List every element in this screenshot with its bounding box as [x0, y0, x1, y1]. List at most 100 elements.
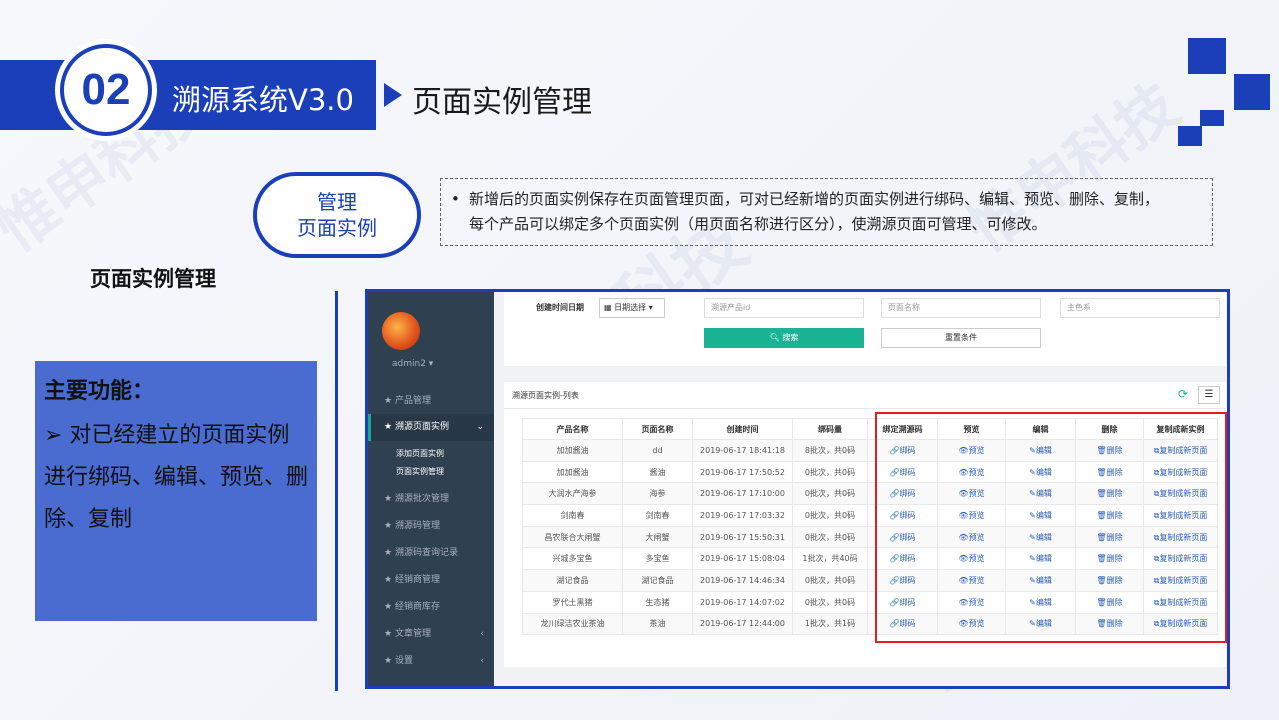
copy-link[interactable]: ⧉复制成新页面 — [1154, 511, 1208, 520]
copy-link[interactable]: ⧉复制成新页面 — [1154, 576, 1208, 585]
preview-link[interactable]: 👁预览 — [958, 533, 984, 542]
created-time-cell: 2019-06-17 15:50:31 — [692, 525, 793, 549]
page-name-input[interactable]: 页面名称 — [881, 298, 1041, 318]
column-header[interactable]: 删除 — [1075, 418, 1144, 440]
delete-link[interactable]: 🗑删除 — [1096, 533, 1122, 542]
edit-link[interactable]: ✎编辑 — [1029, 446, 1052, 455]
sidebar-item-settings[interactable]: ★ 设置 ‹ — [368, 648, 494, 675]
table-cell: 🗑删除 — [1075, 569, 1144, 592]
column-header[interactable]: 复制成新实例 — [1143, 418, 1218, 440]
code-count-cell: 0批次，共0码 — [792, 569, 868, 592]
sidebar-item-label: 溯源码查询记录 — [394, 548, 458, 558]
sidebar-subitem-manage-instance[interactable]: 页面实例管理 — [396, 466, 444, 477]
delete-link[interactable]: 🗑删除 — [1096, 598, 1122, 607]
edit-link[interactable]: ✎编辑 — [1029, 576, 1052, 585]
system-title: 溯源系统V3.0 — [172, 83, 354, 117]
sidebar-item-dealer-stock[interactable]: ★ 经销商库存 — [368, 594, 494, 621]
preview-link[interactable]: 👁预览 — [958, 576, 984, 585]
edit-link[interactable]: ✎编辑 — [1029, 511, 1052, 520]
sidebar-item-page-instances[interactable]: ★ 溯源页面实例 ⌄ — [368, 414, 494, 441]
copy-link[interactable]: ⧉复制成新页面 — [1154, 533, 1208, 542]
bind-code-link[interactable]: 🔗绑码 — [890, 554, 916, 563]
bind-code-link[interactable]: 🔗绑码 — [890, 533, 916, 542]
table-cell: ⧉复制成新页面 — [1143, 569, 1218, 592]
sidebar-subitem-add-instance[interactable]: 添加页面实例 — [396, 448, 444, 459]
edit-link[interactable]: ✎编辑 — [1029, 533, 1052, 542]
sidebar-item-query-log[interactable]: ★ 溯源码查询记录 — [368, 540, 494, 567]
page-name-cell: 多宝鱼 — [622, 547, 693, 571]
delete-link[interactable]: 🗑删除 — [1096, 619, 1122, 628]
table-cell: ✎编辑 — [1005, 569, 1076, 592]
description-line1: 新增后的页面实例保存在页面管理页面，可对已经新增的页面实例进行绑码、编辑、预览、… — [469, 190, 1160, 208]
edit-link[interactable]: ✎编辑 — [1029, 468, 1052, 477]
delete-link[interactable]: 🗑删除 — [1096, 554, 1122, 563]
edit-icon: ✎ — [1029, 554, 1036, 564]
bind-code-link[interactable]: 🔗绑码 — [890, 446, 916, 455]
column-header[interactable]: 编辑 — [1005, 418, 1076, 440]
avatar[interactable] — [382, 312, 420, 350]
preview-link[interactable]: 👁预览 — [958, 619, 984, 628]
table-row: 大润水产海参 海参 2019-06-17 17:10:00 0批次，共0码 🔗绑码 👁预览… — [522, 482, 1218, 506]
sidebar-item-label: 产品管理 — [394, 396, 431, 406]
reset-button[interactable]: 重置条件 — [881, 328, 1041, 348]
bind-code-link[interactable]: 🔗绑码 — [890, 576, 916, 585]
sidebar-item-batches[interactable]: ★ 溯源批次管理 — [368, 486, 494, 513]
delete-link[interactable]: 🗑删除 — [1096, 489, 1122, 498]
table-row: 加加酱油 dd 2019-06-17 18:41:18 8批次，共0码 🔗绑码 👁预览 ✎编… — [522, 439, 1218, 462]
refresh-icon[interactable]: ⟳ — [1178, 387, 1192, 401]
columns-menu-button[interactable]: ☰ — [1198, 386, 1220, 404]
edit-link[interactable]: ✎编辑 — [1029, 598, 1052, 607]
column-header[interactable]: 预览 — [937, 418, 1006, 440]
bind-code-link[interactable]: 🔗绑码 — [890, 619, 916, 628]
copy-link[interactable]: ⧉复制成新页面 — [1154, 554, 1208, 563]
bind-code-link[interactable]: 🔗绑码 — [890, 511, 916, 520]
bind-code-link[interactable]: 🔗绑码 — [890, 489, 916, 498]
copy-link-label: 复制成新页面 — [1159, 532, 1208, 542]
delete-link-label: 删除 — [1106, 510, 1123, 520]
preview-link[interactable]: 👁预览 — [958, 511, 984, 520]
date-picker-button[interactable]: ▦ 日期选择 ▾ — [599, 298, 665, 318]
preview-link[interactable]: 👁预览 — [958, 468, 984, 477]
preview-link[interactable]: 👁预览 — [958, 446, 984, 455]
column-header[interactable]: 绑定溯源码 — [867, 418, 938, 440]
page-title: 页面实例管理 — [412, 85, 592, 120]
bind-code-link[interactable]: 🔗绑码 — [890, 468, 916, 477]
sidebar-item-label: 经销商管理 — [394, 575, 440, 585]
copy-link[interactable]: ⧉复制成新页面 — [1154, 598, 1208, 607]
column-header[interactable]: 绑码量 — [792, 418, 868, 440]
delete-link[interactable]: 🗑删除 — [1096, 446, 1122, 455]
column-header[interactable]: 创建时间 — [692, 418, 793, 440]
preview-link[interactable]: 👁预览 — [958, 489, 984, 498]
delete-link[interactable]: 🗑删除 — [1096, 468, 1122, 477]
theme-color-input[interactable]: 主色系 — [1060, 298, 1220, 318]
edit-link[interactable]: ✎编辑 — [1029, 489, 1052, 498]
preview-link-label: 预览 — [968, 532, 985, 542]
column-header[interactable]: 页面名称 — [622, 418, 693, 440]
edit-link[interactable]: ✎编辑 — [1029, 554, 1052, 563]
copy-link[interactable]: ⧉复制成新页面 — [1154, 619, 1208, 628]
bind-code-link[interactable]: 🔗绑码 — [890, 598, 916, 607]
sidebar-item-products[interactable]: ★ 产品管理 — [368, 388, 494, 415]
table-cell: 🔗绑码 — [867, 525, 938, 549]
product-id-input[interactable]: 溯源产品id — [704, 298, 864, 318]
delete-link[interactable]: 🗑删除 — [1096, 576, 1122, 585]
sidebar-item-articles[interactable]: ★ 文章管理 ‹ — [368, 621, 494, 648]
copy-link[interactable]: ⧉复制成新页面 — [1154, 489, 1208, 498]
search-button[interactable]: 🔍︎ 搜索 — [704, 328, 864, 348]
edit-link[interactable]: ✎编辑 — [1029, 619, 1052, 628]
sidebar-item-dealers[interactable]: ★ 经销商管理 — [368, 567, 494, 594]
column-header[interactable]: 产品名称 — [522, 418, 623, 440]
eye-icon: 👁 — [958, 554, 969, 564]
table-cell: 🔗绑码 — [867, 590, 938, 614]
copy-link[interactable]: ⧉复制成新页面 — [1154, 468, 1208, 477]
preview-link[interactable]: 👁预览 — [958, 598, 984, 607]
user-menu[interactable]: admin2 ▾ — [392, 359, 433, 369]
preview-link[interactable]: 👁预览 — [958, 554, 984, 563]
page-name-cell: 酱油 — [622, 460, 693, 484]
copy-link[interactable]: ⧉复制成新页面 — [1154, 446, 1208, 455]
edit-link-label: 编辑 — [1035, 554, 1052, 564]
sidebar-item-codes[interactable]: ★ 溯源码管理 — [368, 513, 494, 540]
created-time-cell: 2019-06-17 15:08:04 — [692, 547, 793, 571]
table-row: 湖记食品 湖记食品 2019-06-17 14:46:34 0批次，共0码 🔗绑码 👁预览… — [522, 569, 1218, 592]
delete-link[interactable]: 🗑删除 — [1096, 511, 1122, 520]
